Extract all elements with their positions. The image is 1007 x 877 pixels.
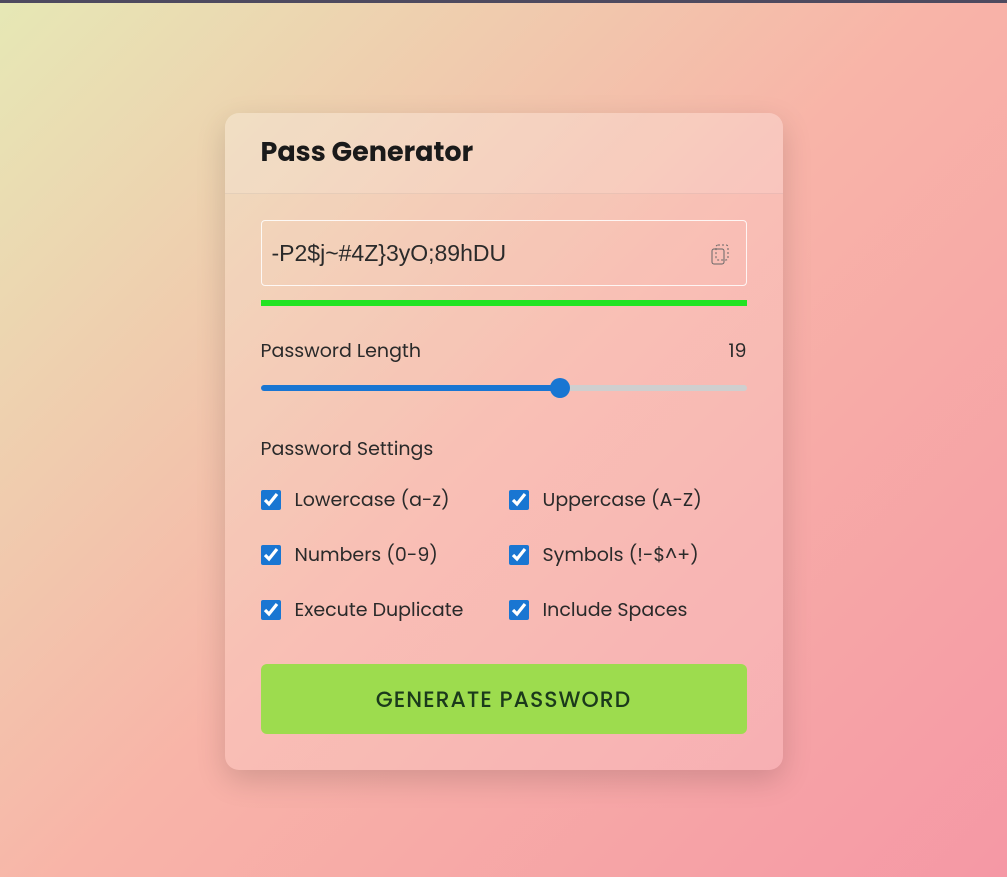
settings-title: Password Settings <box>261 434 747 463</box>
password-output <box>272 221 688 285</box>
page-title: Pass Generator <box>261 133 747 173</box>
copy-icon <box>707 241 731 265</box>
generate-button[interactable]: GENERATE PASSWORD <box>261 664 747 734</box>
checkbox-include-spaces[interactable] <box>509 600 529 620</box>
option-label: Lowercase (a-z) <box>295 485 450 514</box>
option-include-spaces[interactable]: Include Spaces <box>509 595 747 624</box>
option-label: Execute Duplicate <box>295 595 464 624</box>
option-label: Uppercase (A-Z) <box>543 485 702 514</box>
checkbox-exclude-duplicate[interactable] <box>261 600 281 620</box>
length-label: Password Length <box>261 336 422 365</box>
option-lowercase[interactable]: Lowercase (a-z) <box>261 485 499 514</box>
strength-indicator <box>261 300 747 306</box>
password-generator-card: Pass Generator Password Length 19 Passwo… <box>225 113 783 770</box>
length-section: Password Length 19 <box>261 336 747 398</box>
length-header: Password Length 19 <box>261 336 747 365</box>
option-symbols[interactable]: Symbols (!-$^+) <box>509 540 747 569</box>
checkbox-symbols[interactable] <box>509 545 529 565</box>
checkbox-lowercase[interactable] <box>261 490 281 510</box>
option-numbers[interactable]: Numbers (0-9) <box>261 540 499 569</box>
length-slider[interactable] <box>261 385 747 391</box>
password-output-box <box>261 220 747 286</box>
option-label: Symbols (!-$^+) <box>543 540 699 569</box>
options-grid: Lowercase (a-z) Uppercase (A-Z) Numbers … <box>261 485 747 624</box>
checkbox-uppercase[interactable] <box>509 490 529 510</box>
settings-section: Password Settings Lowercase (a-z) Upperc… <box>261 434 747 624</box>
checkbox-numbers[interactable] <box>261 545 281 565</box>
card-body: Password Length 19 Password Settings Low… <box>225 194 783 770</box>
option-uppercase[interactable]: Uppercase (A-Z) <box>509 485 747 514</box>
option-label: Include Spaces <box>543 595 688 624</box>
length-value: 19 <box>728 336 746 365</box>
card-header: Pass Generator <box>225 113 783 194</box>
option-exclude-duplicate[interactable]: Execute Duplicate <box>261 595 499 624</box>
copy-button[interactable] <box>706 240 732 266</box>
option-label: Numbers (0-9) <box>295 540 438 569</box>
